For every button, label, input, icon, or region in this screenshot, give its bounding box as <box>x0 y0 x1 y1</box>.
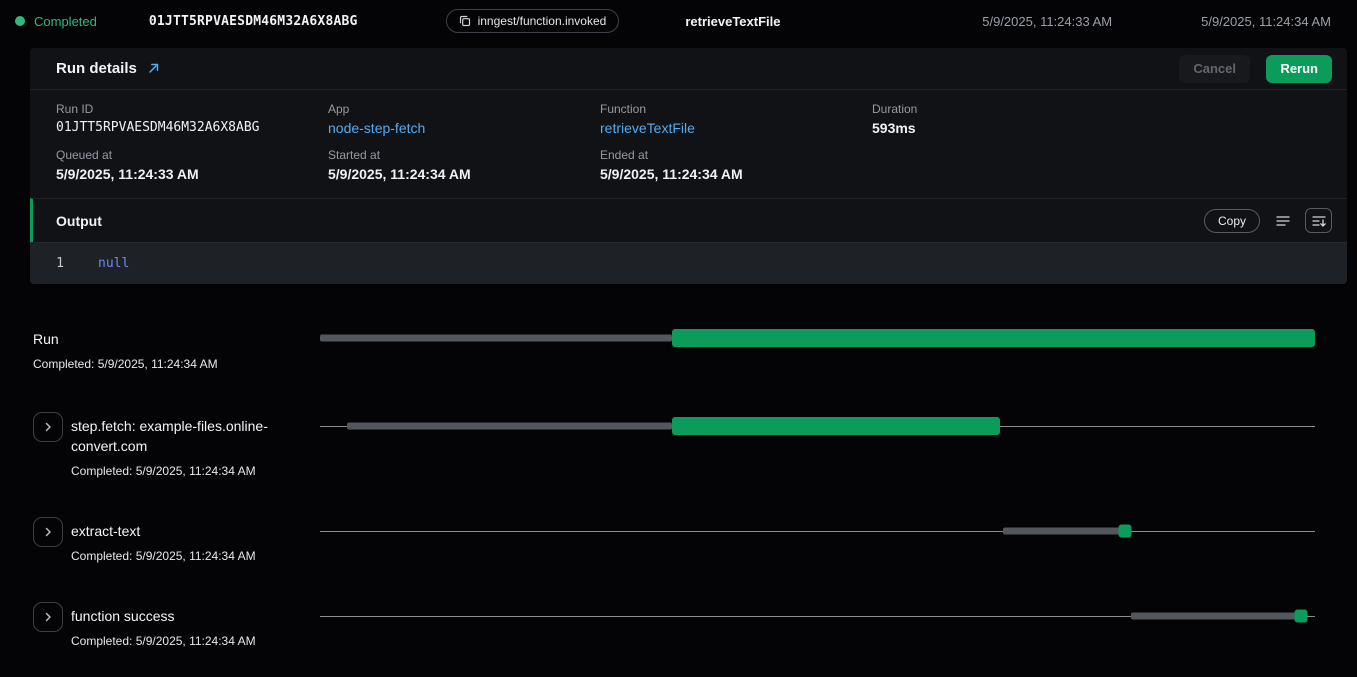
rerun-button[interactable]: Rerun <box>1266 55 1332 83</box>
copy-button[interactable]: Copy <box>1204 209 1260 233</box>
app-link[interactable]: node-step-fetch <box>328 120 425 136</box>
run-queued-segment[interactable] <box>320 335 672 342</box>
field-ended-at: Ended at 5/9/2025, 11:24:34 AM <box>600 148 872 182</box>
topbar-function-name: retrieveTextFile <box>685 14 780 29</box>
field-duration: Duration 593ms <box>872 102 1144 138</box>
chevron-right-icon <box>42 611 54 623</box>
word-wrap-icon <box>1275 214 1291 228</box>
status-label: Completed <box>34 14 97 29</box>
panel-title: Run details <box>56 60 137 77</box>
step-track <box>320 602 1315 630</box>
field-app: App node-step-fetch <box>328 102 600 138</box>
timeline-step-row: function success Completed: 5/9/2025, 11… <box>33 602 1315 649</box>
field-value: 5/9/2025, 11:24:34 AM <box>328 166 600 182</box>
run-info-grid: Run ID 01JTT5RPVAESDM46M32A6X8ABG App no… <box>30 90 1347 198</box>
expand-step-button[interactable] <box>33 412 63 442</box>
field-label: Started at <box>328 148 600 162</box>
function-link[interactable]: retrieveTextFile <box>600 120 695 136</box>
timeline-run-row: Run Completed: 5/9/2025, 11:24:34 AM <box>33 329 1315 372</box>
chevron-right-icon <box>42 526 54 538</box>
started-timestamp: 5/9/2025, 11:24:34 AM <box>1201 14 1331 29</box>
step-track <box>320 412 1315 440</box>
cancel-button[interactable]: Cancel <box>1179 55 1250 83</box>
output-title: Output <box>56 213 102 229</box>
field-function: Function retrieveTextFile <box>600 102 872 138</box>
field-queued-at: Queued at 5/9/2025, 11:24:33 AM <box>56 148 328 182</box>
event-badge-label: inngest/function.invoked <box>478 14 607 28</box>
step-completed-text: Completed: 5/9/2025, 11:24:34 AM <box>71 463 303 479</box>
step-label: function success <box>71 606 303 626</box>
external-link-icon[interactable] <box>147 62 160 75</box>
run-label: Run <box>33 329 320 349</box>
chevron-right-icon <box>42 421 54 433</box>
run-timeline: Run Completed: 5/9/2025, 11:24:34 AM ste… <box>0 284 1357 649</box>
field-value: 01JTT5RPVAESDM46M32A6X8ABG <box>56 120 328 135</box>
code-content: null <box>98 256 129 271</box>
step-end-dot[interactable] <box>1118 525 1131 538</box>
field-label: Run ID <box>56 102 328 116</box>
step-completed-text: Completed: 5/9/2025, 11:24:34 AM <box>71 633 303 649</box>
field-label: Queued at <box>56 148 328 162</box>
step-completed-text: Completed: 5/9/2025, 11:24:34 AM <box>71 548 303 564</box>
field-label: Ended at <box>600 148 872 162</box>
timeline-step-row: extract-text Completed: 5/9/2025, 11:24:… <box>33 517 1315 564</box>
status-dot-icon <box>15 16 25 26</box>
step-label: step.fetch: example-files.online-convert… <box>71 416 303 456</box>
step-queued-segment[interactable] <box>347 423 672 430</box>
line-number: 1 <box>52 256 68 271</box>
expand-step-button[interactable] <box>33 517 63 547</box>
run-active-segment[interactable] <box>672 329 1315 347</box>
run-track <box>320 329 1315 347</box>
run-details-panel: Run details Cancel Rerun Run ID 01JTT5RP… <box>30 48 1347 284</box>
event-copy-icon <box>459 15 471 27</box>
jump-to-bottom-button[interactable] <box>1305 208 1332 233</box>
output-code-line: 1 null <box>30 242 1347 284</box>
field-value: 5/9/2025, 11:24:34 AM <box>600 166 872 182</box>
run-completed-text: Completed: 5/9/2025, 11:24:34 AM <box>33 356 320 372</box>
step-track <box>320 517 1315 545</box>
step-active-segment[interactable] <box>672 417 999 435</box>
field-run-id: Run ID 01JTT5RPVAESDM46M32A6X8ABG <box>56 102 328 138</box>
timeline-step-row: step.fetch: example-files.online-convert… <box>33 412 1315 479</box>
word-wrap-button[interactable] <box>1269 208 1296 233</box>
jump-to-bottom-icon <box>1311 214 1327 228</box>
step-end-dot[interactable] <box>1295 610 1308 623</box>
event-badge[interactable]: inngest/function.invoked <box>446 9 620 33</box>
queued-timestamp: 5/9/2025, 11:24:33 AM <box>982 14 1112 29</box>
field-value: 5/9/2025, 11:24:33 AM <box>56 166 328 182</box>
step-label: extract-text <box>71 521 303 541</box>
field-started-at: Started at 5/9/2025, 11:24:34 AM <box>328 148 600 182</box>
field-value: 593ms <box>872 120 1144 136</box>
field-label: Function <box>600 102 872 116</box>
field-label: Duration <box>872 102 1144 116</box>
run-status: Completed <box>15 14 97 29</box>
topbar: Completed 01JTT5RPVAESDM46M32A6X8ABG inn… <box>0 0 1357 42</box>
expand-step-button[interactable] <box>33 602 63 632</box>
step-queued-segment[interactable] <box>1131 613 1297 620</box>
field-label: App <box>328 102 600 116</box>
track-baseline <box>320 531 1315 532</box>
output-section-header: Output Copy <box>30 198 1347 242</box>
step-queued-segment[interactable] <box>1003 528 1122 535</box>
run-details-header: Run details Cancel Rerun <box>30 48 1347 90</box>
topbar-run-id: 01JTT5RPVAESDM46M32A6X8ABG <box>149 14 358 29</box>
